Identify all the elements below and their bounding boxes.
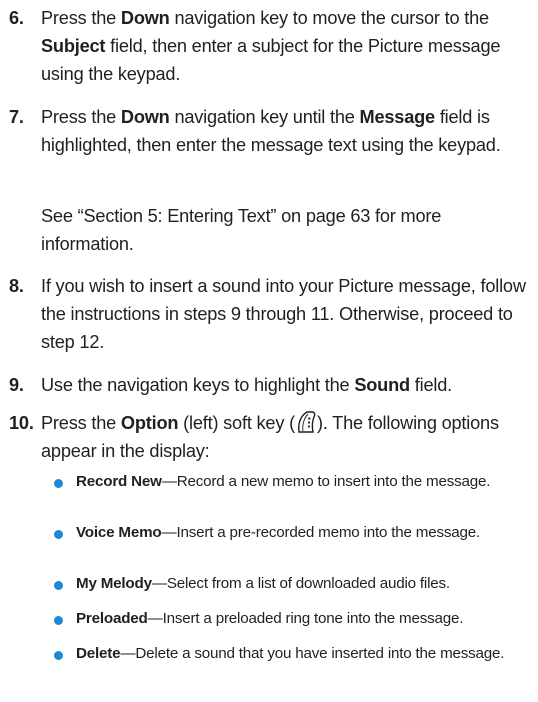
option-label: Record New	[76, 473, 162, 490]
left-soft-key-icon	[298, 411, 316, 433]
option-label: My Melody	[76, 575, 152, 592]
text-run: field, then enter a subject for the Pict…	[41, 36, 501, 84]
step-text: Press the Option (left) soft key (). The…	[41, 409, 531, 465]
option-desc: —Record a new memo to insert into the me…	[161, 473, 491, 490]
step-number: 7.	[9, 107, 24, 127]
bullet-dot-icon	[54, 581, 63, 590]
field-name-sound: Sound	[354, 375, 410, 395]
step-text: Use the navigation keys to highlight the…	[41, 371, 531, 399]
option-desc: —Select from a list of downloaded audio …	[151, 575, 450, 592]
step-6: 6. Press the Down navigation key to move…	[9, 4, 531, 88]
option-text: Delete—Delete a sound that you have inse…	[76, 643, 534, 665]
bullet-dot-icon	[54, 651, 63, 660]
step-text: Press the Down navigation key to move th…	[41, 4, 531, 88]
option-text: Record New—Record a new memo to insert i…	[76, 471, 534, 493]
bullet-dot-icon	[54, 616, 63, 625]
option-label: Delete	[76, 645, 121, 662]
option-text: My Melody—Select from a list of download…	[76, 573, 534, 595]
cross-reference: See “Section 5: Entering Text” on page 6…	[41, 206, 442, 254]
option-label: Voice Memo	[76, 524, 162, 541]
key-name-down: Down	[120, 8, 170, 28]
option-label: Preloaded	[76, 610, 148, 627]
text-run: If you wish to insert a sound into your …	[41, 276, 526, 352]
key-name-down: Down	[120, 107, 170, 127]
text-run: navigation key until the	[169, 107, 360, 127]
text-run: (left) soft key (	[178, 413, 295, 433]
step-9: 9. Use the navigation keys to highlight …	[9, 371, 531, 399]
option-delete: Delete—Delete a sound that you have inse…	[54, 643, 534, 665]
bullet-dot-icon	[54, 479, 63, 488]
option-voice-memo: Voice Memo—Insert a pre-recorded memo in…	[54, 522, 534, 544]
option-desc: —Delete a sound that you have inserted i…	[120, 645, 505, 662]
step-8: 8. If you wish to insert a sound into yo…	[9, 272, 531, 356]
step-number: 6.	[9, 8, 24, 28]
step-7: 7. Press the Down navigation key until t…	[9, 103, 531, 159]
step-number: 9.	[9, 375, 24, 395]
manual-page: 6. Press the Down navigation key to move…	[0, 0, 538, 702]
text-run: navigation key to move the cursor to the	[169, 8, 489, 28]
text-run: Press the	[41, 8, 121, 28]
bullet-dot-icon	[54, 530, 63, 539]
option-my-melody: My Melody—Select from a list of download…	[54, 573, 534, 595]
step-number: 10.	[9, 413, 34, 433]
key-name-option: Option	[120, 413, 179, 433]
field-name-message: Message	[359, 107, 436, 127]
text-run: Use the navigation keys to highlight the	[41, 375, 355, 395]
option-desc: —Insert a preloaded ring tone into the m…	[147, 610, 464, 627]
step-number: 8.	[9, 276, 24, 296]
text-run: Press the	[41, 413, 121, 433]
text-run: field.	[409, 375, 452, 395]
option-preloaded: Preloaded—Insert a preloaded ring tone i…	[54, 608, 534, 630]
option-text: Voice Memo—Insert a pre-recorded memo in…	[76, 522, 534, 544]
field-name-subject: Subject	[41, 36, 106, 56]
option-record-new: Record New—Record a new memo to insert i…	[54, 471, 534, 493]
text-run: Press the	[41, 107, 121, 127]
option-desc: —Insert a pre-recorded memo into the mes…	[161, 524, 481, 541]
step-text: Press the Down navigation key until the …	[41, 103, 531, 159]
step-text: If you wish to insert a sound into your …	[41, 272, 531, 356]
option-text: Preloaded—Insert a preloaded ring tone i…	[76, 608, 534, 630]
step-10: 10. Press the Option (left) soft key ().…	[9, 409, 531, 465]
